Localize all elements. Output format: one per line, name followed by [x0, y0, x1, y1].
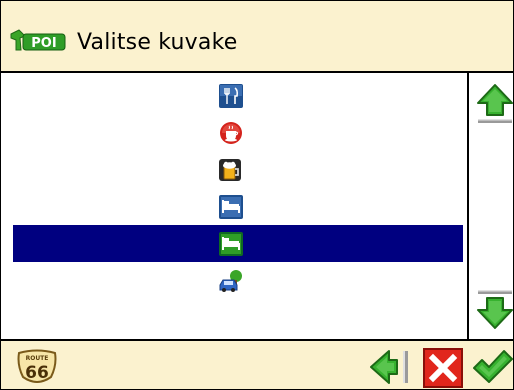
list-item[interactable] — [13, 262, 463, 299]
list-item[interactable] — [13, 114, 463, 151]
svg-text:66: 66 — [25, 363, 49, 383]
hotel-icon — [219, 232, 243, 256]
route-66-icon[interactable]: ROUTE 66 — [15, 349, 59, 387]
list-item[interactable] — [13, 188, 463, 225]
list-item[interactable] — [13, 77, 463, 114]
restaurant-icon — [219, 84, 243, 108]
footer-bar: ROUTE 66 — [1, 339, 513, 389]
arrow-up-icon[interactable] — [474, 81, 514, 125]
cafe-icon — [220, 122, 242, 144]
arrow-down-icon[interactable] — [474, 288, 514, 332]
checkmark-icon[interactable] — [471, 347, 513, 387]
list-item[interactable] — [13, 151, 463, 188]
back-arrow-icon[interactable] — [369, 347, 415, 387]
icon-picker-screen: POI Valitse kuvake ROUTE 66 — [0, 0, 514, 390]
list-item-selected[interactable] — [13, 225, 463, 262]
parking-icon — [219, 270, 242, 292]
svg-text:POI: POI — [31, 36, 56, 51]
poi-logo-icon: POI — [10, 29, 66, 51]
pub-icon — [219, 159, 241, 181]
header-bar: POI Valitse kuvake — [1, 1, 513, 73]
icon-list — [1, 73, 467, 339]
page-title: Valitse kuvake — [77, 30, 238, 55]
svg-text:ROUTE: ROUTE — [26, 355, 49, 362]
hotel-icon — [219, 195, 243, 219]
cancel-icon[interactable] — [423, 348, 463, 388]
scroll-column — [467, 73, 513, 339]
